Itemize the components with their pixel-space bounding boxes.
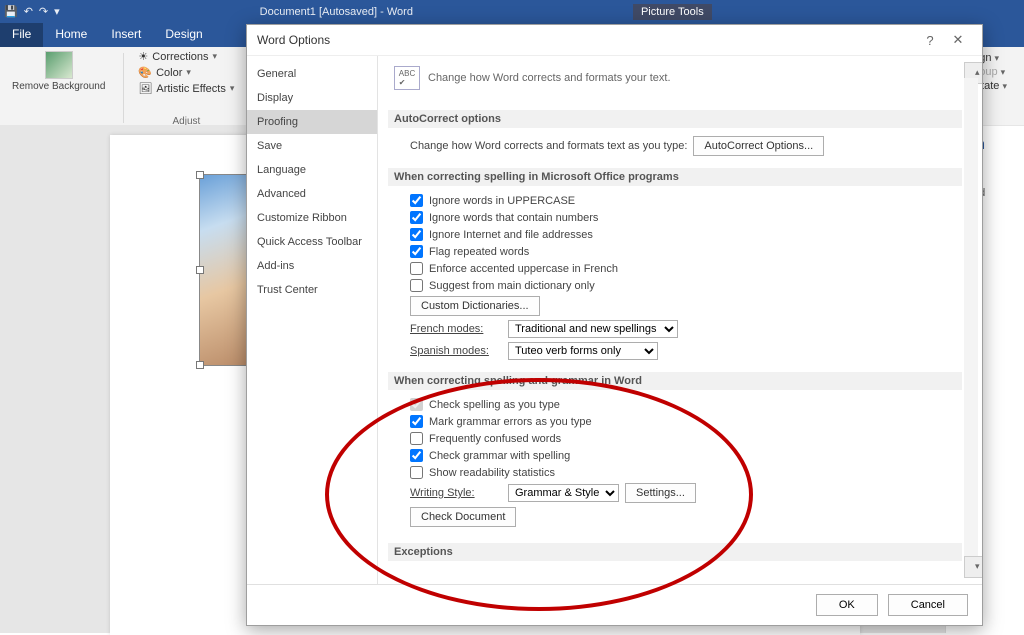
tab-home[interactable]: Home xyxy=(43,23,99,47)
office-opt-label-0: Ignore words in UPPERCASE xyxy=(429,195,575,207)
options-nav-add-ins[interactable]: Add-ins xyxy=(247,254,377,278)
office-opt-label-5: Suggest from main dictionary only xyxy=(429,280,595,292)
remove-background-label: Remove Background xyxy=(12,81,105,92)
artistic-effects-button[interactable]: 🖼Artistic Effects▾ xyxy=(136,81,236,96)
word-opt-checkbox-4[interactable] xyxy=(410,466,423,479)
options-nav-language[interactable]: Language xyxy=(247,158,377,182)
word-opt-checkbox-3[interactable] xyxy=(410,449,423,462)
window-title: Document1 [Autosaved] - Word xyxy=(260,6,413,18)
options-nav-quick-access-toolbar[interactable]: Quick Access Toolbar xyxy=(247,230,377,254)
writing-style-select[interactable]: Grammar & Style xyxy=(508,484,619,502)
word-options-dialog: Word Options ? ✕ GeneralDisplayProofingS… xyxy=(246,24,983,626)
autocorrect-options-button[interactable]: AutoCorrect Options... xyxy=(693,136,824,156)
spanish-modes-label: Spanish modes: xyxy=(410,345,502,357)
cancel-button[interactable]: Cancel xyxy=(888,594,968,616)
options-nav-customize-ribbon[interactable]: Customize Ribbon xyxy=(247,206,377,230)
tab-design[interactable]: Design xyxy=(153,23,214,47)
resize-handle[interactable] xyxy=(196,361,204,369)
proofing-icon: ABC✔ xyxy=(394,66,420,90)
word-opt-checkbox-0[interactable] xyxy=(410,398,423,411)
ok-button[interactable]: OK xyxy=(816,594,878,616)
options-nav-advanced[interactable]: Advanced xyxy=(247,182,377,206)
office-opt-checkbox-4[interactable] xyxy=(410,262,423,275)
office-opt-checkbox-5[interactable] xyxy=(410,279,423,292)
french-modes-select[interactable]: Traditional and new spellings xyxy=(508,320,678,338)
resize-handle[interactable] xyxy=(196,171,204,179)
corrections-button[interactable]: ☀Corrections▾ xyxy=(136,49,236,64)
check-document-button[interactable]: Check Document xyxy=(410,507,516,527)
resize-handle[interactable] xyxy=(196,266,204,274)
remove-background-button[interactable]: Remove Background xyxy=(6,49,111,94)
dialog-title: Word Options xyxy=(257,33,330,47)
scroll-down-button[interactable]: ▾ xyxy=(964,556,982,578)
redo-icon[interactable]: ↷ xyxy=(39,5,48,18)
office-opt-checkbox-3[interactable] xyxy=(410,245,423,258)
office-opt-label-2: Ignore Internet and file addresses xyxy=(429,229,593,241)
office-opt-label-3: Flag repeated words xyxy=(429,246,529,258)
close-button[interactable]: ✕ xyxy=(944,32,972,48)
options-nav-save[interactable]: Save xyxy=(247,134,377,158)
office-opt-checkbox-2[interactable] xyxy=(410,228,423,241)
word-opt-label-3: Check grammar with spelling xyxy=(429,450,570,462)
custom-dictionaries-button[interactable]: Custom Dictionaries... xyxy=(410,296,540,316)
office-opt-label-4: Enforce accented uppercase in French xyxy=(429,263,618,275)
word-opt-label-2: Frequently confused words xyxy=(429,433,561,445)
spelling-word-heading: When correcting spelling and grammar in … xyxy=(388,372,962,390)
french-modes-label: French modes: xyxy=(410,323,502,335)
options-nav-proofing[interactable]: Proofing xyxy=(247,110,377,134)
undo-icon[interactable]: ↶ xyxy=(24,5,33,18)
save-icon[interactable]: 💾 xyxy=(4,5,18,18)
picture-tools-tab-label: Picture Tools xyxy=(633,4,712,20)
word-opt-checkbox-2[interactable] xyxy=(410,432,423,445)
options-nav-display[interactable]: Display xyxy=(247,86,377,110)
autocorrect-heading: AutoCorrect options xyxy=(388,110,962,128)
spanish-modes-select[interactable]: Tuteo verb forms only xyxy=(508,342,658,360)
options-nav-general[interactable]: General xyxy=(247,62,377,86)
options-nav: GeneralDisplayProofingSaveLanguageAdvanc… xyxy=(247,56,378,584)
remove-background-icon xyxy=(45,51,73,79)
color-icon: 🎨 xyxy=(138,66,152,79)
exceptions-heading: Exceptions xyxy=(388,543,962,561)
word-opt-label-1: Mark grammar errors as you type xyxy=(429,416,592,428)
autocorrect-line: Change how Word corrects and formats tex… xyxy=(410,140,687,152)
word-opt-label-0: Check spelling as you type xyxy=(429,399,560,411)
tab-insert[interactable]: Insert xyxy=(99,23,153,47)
proofing-banner-text: Change how Word corrects and formats you… xyxy=(428,72,671,84)
help-button[interactable]: ? xyxy=(916,33,944,48)
brightness-icon: ☀ xyxy=(138,50,148,63)
word-opt-checkbox-1[interactable] xyxy=(410,415,423,428)
dialog-scrollbar[interactable]: ▴ ▾ xyxy=(964,62,978,578)
artistic-icon: 🖼 xyxy=(138,82,152,95)
color-button[interactable]: 🎨Color▾ xyxy=(136,65,236,80)
office-opt-checkbox-0[interactable] xyxy=(410,194,423,207)
office-opt-checkbox-1[interactable] xyxy=(410,211,423,224)
spelling-office-heading: When correcting spelling in Microsoft Of… xyxy=(388,168,962,186)
qat-customize-icon[interactable]: ▾ xyxy=(54,5,60,18)
app-titlebar: 💾 ↶ ↷ ▾ Document1 [Autosaved] - Word Pic… xyxy=(0,0,1024,23)
tab-file[interactable]: File xyxy=(0,23,43,47)
word-opt-label-4: Show readability statistics xyxy=(429,467,555,479)
office-opt-label-1: Ignore words that contain numbers xyxy=(429,212,598,224)
options-nav-trust-center[interactable]: Trust Center xyxy=(247,278,377,302)
writing-style-settings-button[interactable]: Settings... xyxy=(625,483,696,503)
writing-style-label: Writing Style: xyxy=(410,487,502,499)
